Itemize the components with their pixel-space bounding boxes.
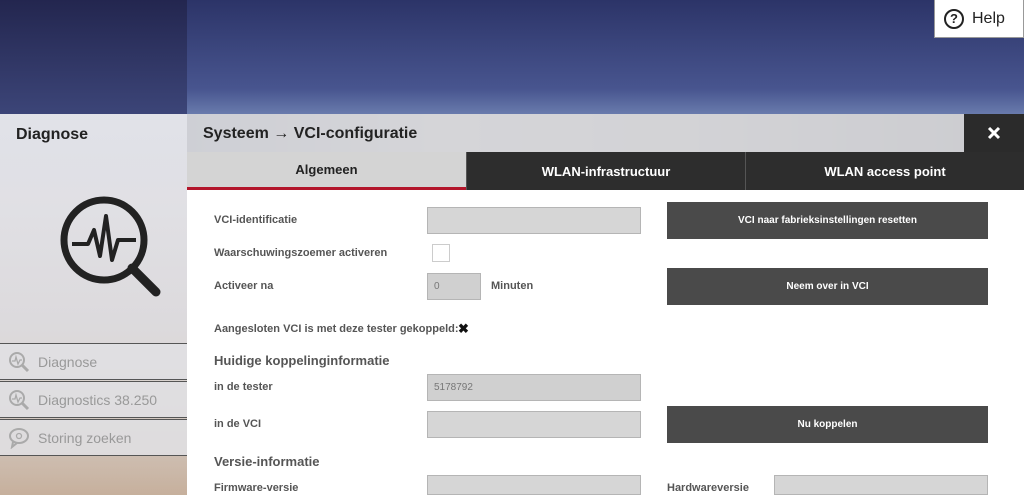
sidebar-item-label: Storing zoeken — [38, 429, 132, 446]
vci-id-label: VCI-identificatie — [214, 214, 298, 226]
background-sky-left — [0, 0, 187, 114]
diagnosis-magnifier-icon — [60, 196, 161, 297]
firmware-label: Firmware-versie — [214, 482, 299, 494]
minutes-unit-label: Minuten — [491, 280, 534, 292]
sidebar-item-storing-zoeken[interactable]: Storing zoeken — [0, 419, 187, 456]
hardware-field — [774, 475, 988, 495]
version-section-title: Versie-informatie — [214, 454, 320, 469]
activate-label: Activeer na — [214, 280, 274, 292]
firmware-field — [427, 475, 641, 495]
tab-wlan-infrastructuur[interactable]: WLAN-infrastructuur — [466, 152, 745, 190]
coupling-section-title: Huidige koppelinginformatie — [214, 353, 390, 368]
hardware-label: Hardwareversie — [667, 482, 749, 494]
diagnose-icon — [9, 389, 30, 410]
tab-wlan-access-point[interactable]: WLAN access point — [745, 152, 1024, 190]
page-header: Systeem → VCI-configuratie — [187, 114, 964, 152]
close-button[interactable] — [964, 114, 1024, 152]
in-vci-field — [427, 411, 641, 438]
vci-config-form: VCI-identificatie Waarschuwingszoemer ac… — [187, 190, 1024, 495]
sidebar-item-diagnose[interactable]: Diagnose — [0, 343, 187, 380]
tab-bar: Algemeen WLAN-infrastructuur WLAN access… — [187, 152, 1024, 190]
activate-minutes-field[interactable]: 0 — [427, 273, 481, 300]
sidebar-item-diagnostics[interactable]: Diagnostics 38.250 — [0, 381, 187, 418]
tab-algemeen[interactable]: Algemeen — [187, 152, 466, 190]
sidebar-title: Diagnose — [16, 126, 89, 143]
chat-icon — [9, 427, 29, 449]
sidebar-nav: Diagnose Diagnostics 38.250 Storing zoek… — [0, 343, 187, 457]
page-title: Systeem → VCI-configuratie — [203, 125, 418, 142]
in-tester-label: in de tester — [214, 381, 273, 393]
buzzer-checkbox[interactable] — [432, 244, 450, 262]
sidebar: Diagnose Diagnose Diagnostics 38.250 Sto… — [0, 114, 187, 495]
help-button[interactable]: ? Help — [934, 0, 1024, 38]
question-mark-icon: ? — [944, 8, 964, 29]
diagnose-icon — [9, 351, 30, 372]
in-tester-field: 5178792 — [427, 374, 641, 401]
close-icon — [987, 126, 1001, 140]
sidebar-item-label: Diagnostics 38.250 — [38, 391, 158, 408]
buzzer-label: Waarschuwingszoemer activeren — [214, 247, 388, 259]
apply-to-vci-button[interactable]: Neem over in VCI — [667, 268, 988, 305]
not-coupled-icon: ✖ — [458, 321, 469, 336]
coupled-label: Aangesloten VCI is met deze tester gekop… — [214, 323, 459, 335]
sidebar-item-label: Diagnose — [38, 353, 98, 370]
vci-id-field[interactable] — [427, 207, 641, 234]
couple-now-button[interactable]: Nu koppelen — [667, 406, 988, 443]
reset-factory-button[interactable]: VCI naar fabrieksinstellingen resetten — [667, 202, 988, 239]
in-vci-label: in de VCI — [214, 418, 262, 430]
help-label: Help — [972, 9, 1005, 27]
